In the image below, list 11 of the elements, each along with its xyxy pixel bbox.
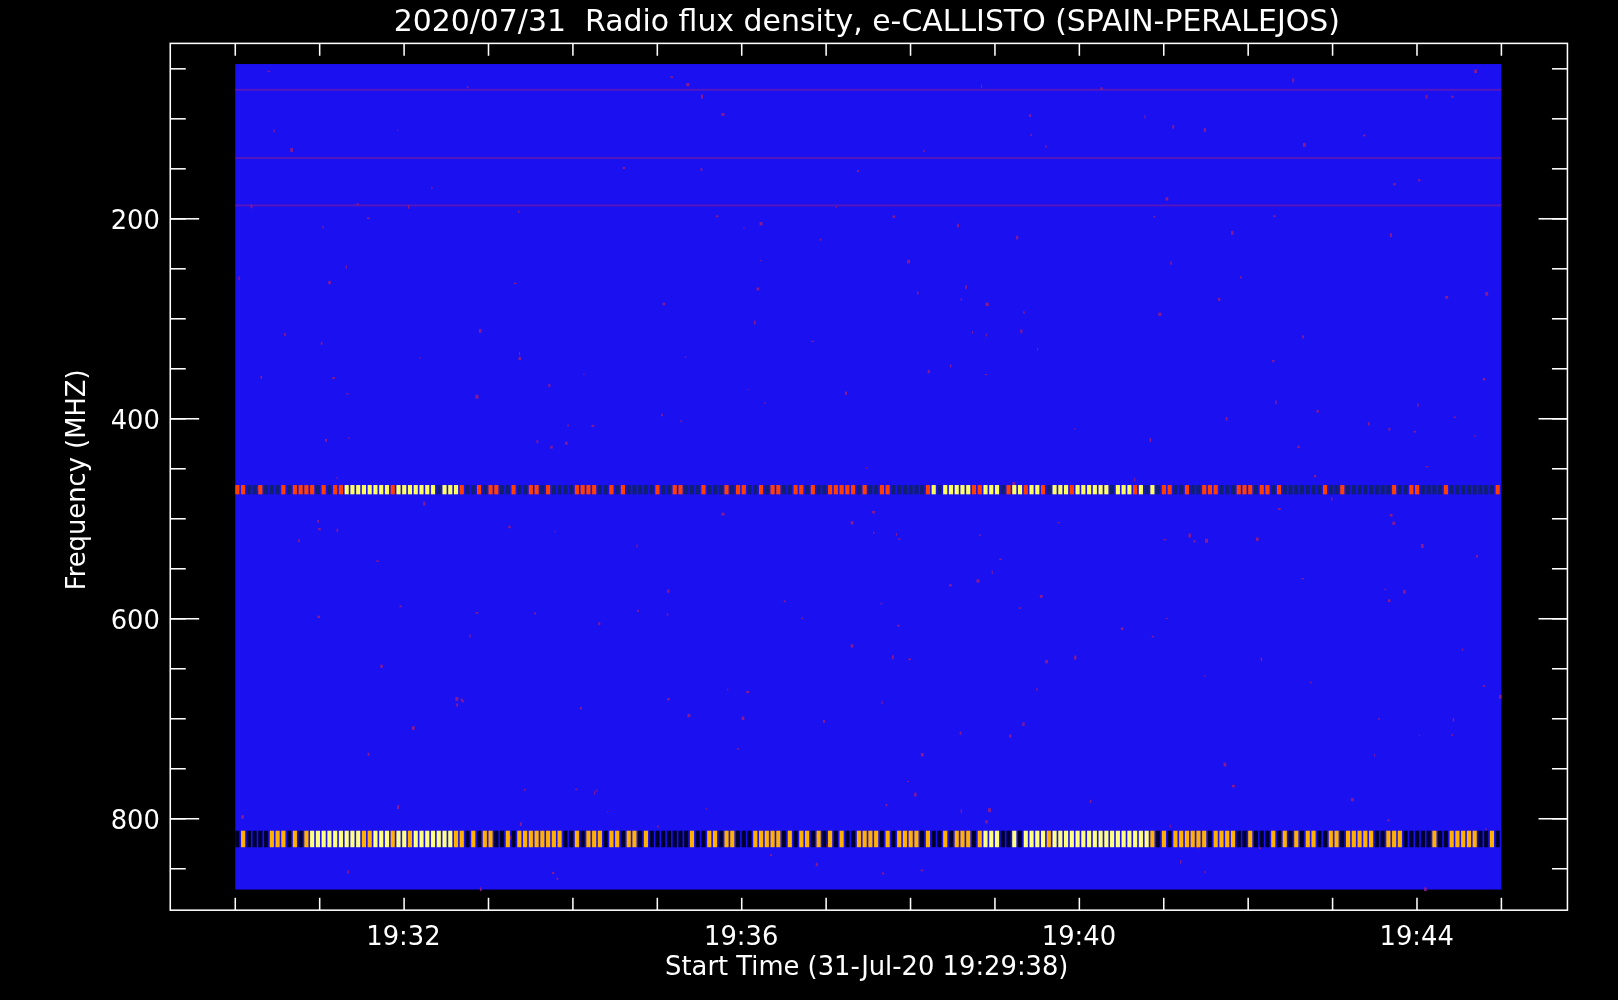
y-tick-label: 800	[110, 805, 160, 836]
y-tick-label: 200	[110, 205, 160, 236]
y-tick-label: 400	[110, 405, 160, 436]
y-axis-label: Frequency (MHZ)	[60, 369, 91, 591]
x-axis-label: Start Time (31-Jul-20 19:29:38)	[665, 951, 1069, 982]
x-tick-label: 19:44	[1379, 921, 1454, 952]
y-tick-label: 600	[110, 605, 160, 636]
chart-title: 2020/07/31 Radio flux density, e-CALLISTO (SPAIN-PERALEJOS)	[393, 3, 1340, 38]
x-tick-label: 19:36	[704, 921, 779, 952]
x-tick-label: 19:40	[1041, 921, 1117, 952]
x-tick-label: 19:32	[366, 921, 441, 952]
